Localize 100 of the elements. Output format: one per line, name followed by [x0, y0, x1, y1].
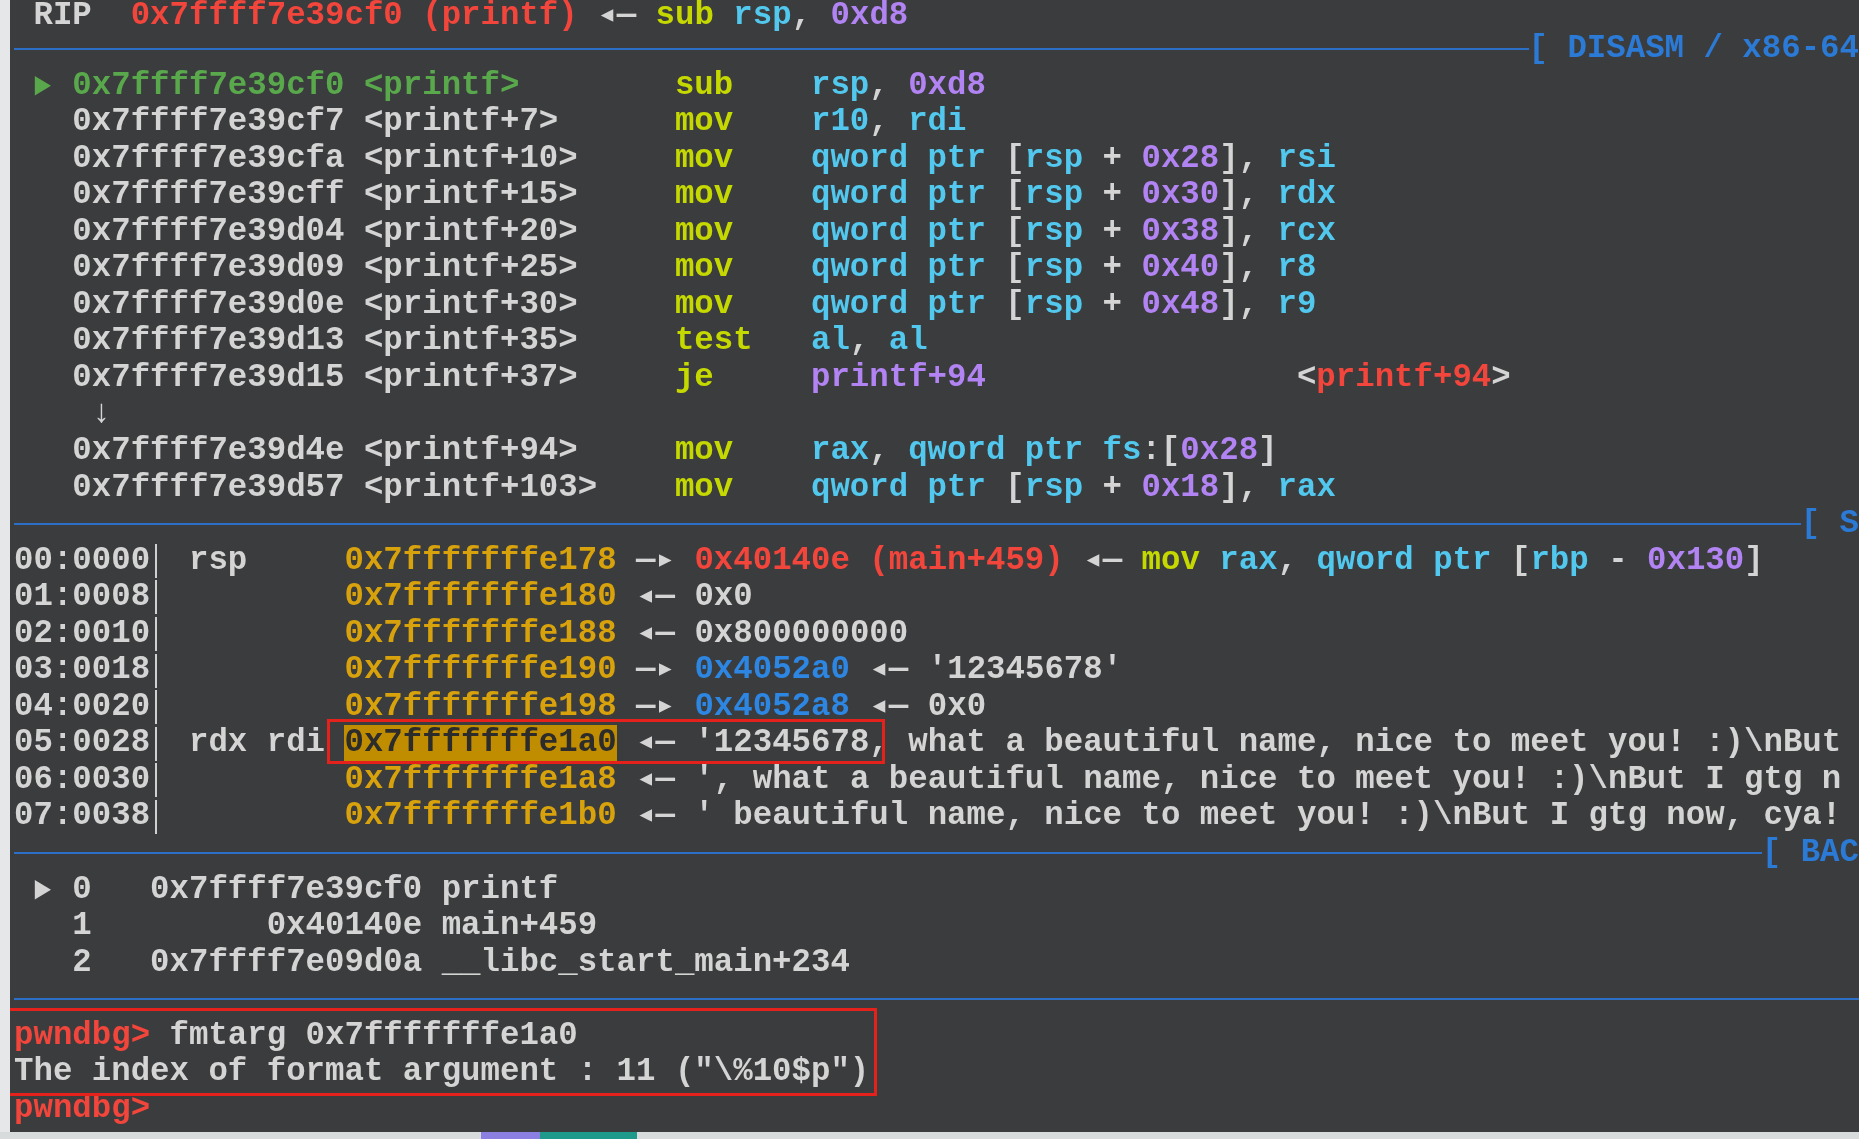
operand-text: + — [1102, 177, 1122, 214]
immediate-value: printf+94 — [810, 359, 986, 397]
stack-offset: 04:0020 — [14, 688, 151, 726]
immediate-value: 0xd8 — [908, 67, 986, 105]
register-operand: rsp — [1024, 286, 1084, 324]
instruction-address: 0x7ffff7e39d13 — [72, 323, 346, 360]
operand-text: ] — [1744, 542, 1764, 580]
operand-text: + — [1102, 140, 1122, 178]
register-operand: qword ptr — [810, 213, 986, 251]
shell-prompt: pwndbg> — [14, 1017, 151, 1055]
operand-text: ], — [1219, 469, 1259, 507]
operand-text: , — [869, 433, 889, 470]
immediate-value: 0x30 — [1141, 177, 1220, 214]
operand-text: + — [1102, 469, 1122, 507]
pointer-arrow: ◂— — [1083, 542, 1123, 580]
immediate-value: 0x28 — [1141, 140, 1220, 178]
immediate-value: 0x28 — [1180, 433, 1259, 470]
frame-index: 0 — [72, 871, 93, 909]
register-operand: rsp — [1024, 140, 1084, 178]
frame-index: 2 — [72, 944, 93, 982]
instruction-address: 0x7ffff7e39cf7 — [72, 104, 346, 141]
stack-address: 0x7fffffffe180 — [344, 579, 617, 616]
operand-text: > — [1491, 359, 1511, 397]
frame-symbol: printf — [441, 871, 559, 909]
register-operand: qword ptr — [1316, 542, 1492, 580]
mnemonic: sub — [655, 0, 714, 31]
register-label: rsp — [188, 542, 249, 580]
register-operand: rdx — [1277, 177, 1336, 214]
command-output: The index of format argument : 11 ("\%10$p") — [14, 1054, 870, 1091]
instruction-symbol: <printf+7> — [363, 104, 560, 141]
register-operand: r10 — [810, 104, 870, 141]
immediate-value: 0x40 — [1141, 250, 1220, 287]
memory-value: 0x0 — [927, 688, 987, 726]
memory-value: ' beautiful name, nice to meet you! :)\nBut I gtg now, cya! — [694, 798, 1842, 836]
operand-text: [ — [1005, 177, 1025, 214]
register-operand: rax — [810, 433, 870, 470]
stack-address: 0x7fffffffe198 — [344, 688, 617, 726]
command-text: fmtarg 0x7fffffffe1a0 — [169, 1017, 578, 1055]
operand-text: ], — [1219, 140, 1259, 178]
instruction-address: 0x7ffff7e39d57 — [72, 469, 346, 507]
operand-text: [ — [1005, 469, 1025, 507]
frame-symbol: main+459 — [441, 908, 598, 945]
frame-address: 0x7ffff7e09d0a — [150, 944, 423, 982]
register-operand: qword ptr — [810, 250, 986, 287]
stack-offset: 07:0038 — [14, 798, 151, 836]
stack-address: 0x7fffffffe1a8 — [344, 761, 617, 799]
pointer-arrow: ◂— — [869, 652, 909, 689]
instruction-address: 0x7ffff7e39d04 — [72, 213, 346, 251]
mnemonic: sub — [674, 67, 735, 105]
operand-text: [ — [1510, 542, 1531, 580]
instruction-symbol: <printf+35> — [363, 323, 579, 360]
register-operand: rsp — [810, 67, 870, 105]
pointer-arrow: ◂— — [636, 579, 675, 616]
section-title: [ DISASM / x86-64 — [1528, 31, 1859, 68]
instruction-symbol: <printf+10> — [363, 140, 579, 178]
mnemonic: mov — [674, 213, 735, 251]
jump-arrow: ↓ — [91, 396, 112, 433]
instruction-symbol: <printf+30> — [363, 286, 579, 324]
mnemonic: mov — [674, 286, 735, 324]
register-operand: r8 — [1277, 250, 1317, 287]
immediate-value: 0xd8 — [830, 0, 909, 31]
pointer-arrow: —▸ — [636, 542, 675, 580]
register-operand: rdi — [908, 104, 967, 141]
operand-text: [ — [1005, 250, 1025, 287]
register-operand: rsp — [1024, 177, 1084, 214]
pointer-arrow: ◂— — [636, 798, 675, 836]
stack-offset: 05:0028 — [14, 725, 151, 762]
instruction-symbol: <printf> — [363, 67, 521, 105]
operand-text: , — [869, 104, 889, 141]
pointer-arrow: —▸ — [636, 688, 675, 726]
stack-address: 0x7fffffffe1a0 — [344, 725, 617, 762]
register-operand: qword ptr — [810, 469, 986, 507]
operand-text: + — [1102, 213, 1122, 251]
operand-text: :[ — [1141, 433, 1181, 470]
instruction-address: 0x7ffff7e39d4e — [72, 433, 346, 470]
instruction-address: 0x7ffff7e39cfa — [72, 140, 346, 178]
memory-value: 0x0 — [694, 579, 753, 616]
register-operand: qword ptr — [810, 140, 986, 178]
immediate-value: 0x48 — [1141, 286, 1220, 324]
shell-prompt: pwndbg> — [14, 1090, 151, 1128]
stack-address: 0x7fffffffe178 — [344, 542, 617, 580]
frame-symbol: __libc_start_main+234 — [441, 944, 850, 982]
mnemonic: mov — [1141, 542, 1200, 580]
operand-text: ], — [1219, 250, 1259, 287]
register-operand: rsp — [1024, 469, 1084, 507]
memory-value: '12345678, what a beautiful name, nice to meet you! :)\nBut — [694, 725, 1842, 762]
register-operand: rax — [1219, 542, 1278, 580]
mnemonic: je — [674, 359, 715, 397]
register-operand: qword ptr — [810, 177, 986, 214]
symbol-address: printf+94 — [1316, 359, 1492, 397]
register-operand: rsp — [733, 0, 792, 31]
operand-text: , — [849, 323, 870, 360]
register-operand: rcx — [1277, 213, 1336, 251]
frame-index: 1 — [72, 908, 93, 945]
register-operand: al — [888, 323, 928, 360]
instruction-address: 0x7ffff7e39d0e — [72, 286, 346, 324]
instruction-address: 0x7ffff7e39cf0 — [72, 67, 346, 105]
frame-address: 0x40140e — [265, 908, 423, 945]
pointer-value: 0x4052a8 — [694, 688, 850, 726]
instruction-symbol: <printf+20> — [363, 213, 579, 251]
